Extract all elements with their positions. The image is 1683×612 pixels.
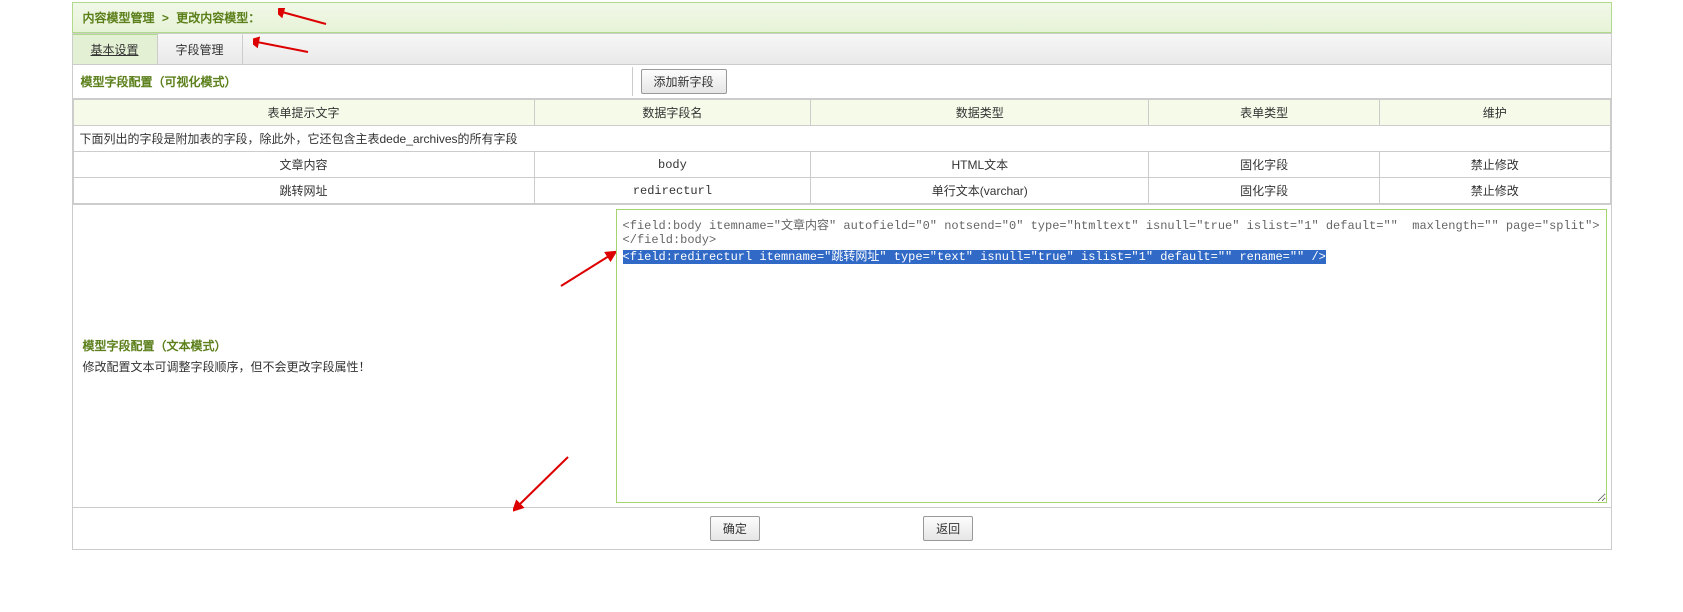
footer: 确定 返回 [72, 508, 1612, 550]
section-title-textmode: 模型字段配置（文本模式） [83, 337, 602, 354]
cell-dtype: 单行文本(varchar) [811, 178, 1149, 204]
back-button[interactable]: 返回 [923, 516, 973, 541]
add-field-button[interactable]: 添加新字段 [641, 69, 727, 94]
breadcrumb-sep: > [162, 11, 169, 25]
table-row: 文章内容 body HTML文本 固化字段 禁止修改 [73, 152, 1610, 178]
table-note: 下面列出的字段是附加表的字段，除此外，它还包含主表dede_archives的所… [73, 126, 1610, 152]
cell-maint: 禁止修改 [1379, 178, 1610, 204]
textmode-hint: 修改配置文本可调整字段顺序，但不会更改字段属性！ [83, 358, 602, 375]
table-note-row: 下面列出的字段是附加表的字段，除此外，它还包含主表dede_archives的所… [73, 126, 1610, 152]
section-title-visual: 模型字段配置（可视化模式） [73, 67, 633, 96]
breadcrumb-current: 更改内容模型： [176, 11, 260, 25]
annotation-arrow [253, 34, 313, 58]
cell-field: redirecturl [534, 178, 811, 204]
cell-field: body [534, 152, 811, 178]
th-dtype: 数据类型 [811, 100, 1149, 126]
th-maint: 维护 [1379, 100, 1610, 126]
code-line-selected: <field:redirecturl itemname="跳转网址" type=… [623, 250, 1326, 264]
tab-basic[interactable]: 基本设置 [73, 34, 158, 64]
textmode-row: 模型字段配置（文本模式） 修改配置文本可调整字段顺序，但不会更改字段属性！ <f… [72, 205, 1612, 508]
cell-prompt: 文章内容 [73, 152, 534, 178]
cell-prompt: 跳转网址 [73, 178, 534, 204]
code-line: <field:redirecturl itemname="跳转网址" type=… [623, 247, 1600, 264]
code-line: <field:body itemname="文章内容" autofield="0… [623, 216, 1600, 233]
tab-row: 基本设置 字段管理 [72, 33, 1612, 65]
th-prompt: 表单提示文字 [73, 100, 534, 126]
code-line: </field:body> [623, 233, 1600, 247]
cell-dtype: HTML文本 [811, 152, 1149, 178]
th-ftype: 表单类型 [1149, 100, 1380, 126]
breadcrumb: 内容模型管理 > 更改内容模型： [72, 2, 1612, 33]
breadcrumb-root[interactable]: 内容模型管理 [83, 11, 155, 25]
fields-table: 表单提示文字 数据字段名 数据类型 表单类型 维护 下面列出的字段是附加表的字段… [73, 99, 1611, 204]
ok-button[interactable]: 确定 [710, 516, 760, 541]
annotation-arrow [278, 8, 328, 28]
tab-fields[interactable]: 字段管理 [158, 34, 243, 64]
th-field: 数据字段名 [534, 100, 811, 126]
cell-ftype: 固化字段 [1149, 152, 1380, 178]
cell-maint: 禁止修改 [1379, 152, 1610, 178]
table-header-row: 表单提示文字 数据字段名 数据类型 表单类型 维护 [73, 100, 1610, 126]
cell-ftype: 固化字段 [1149, 178, 1380, 204]
table-row: 跳转网址 redirecturl 单行文本(varchar) 固化字段 禁止修改 [73, 178, 1610, 204]
field-config-textarea[interactable]: <field:body itemname="文章内容" autofield="0… [616, 209, 1607, 503]
